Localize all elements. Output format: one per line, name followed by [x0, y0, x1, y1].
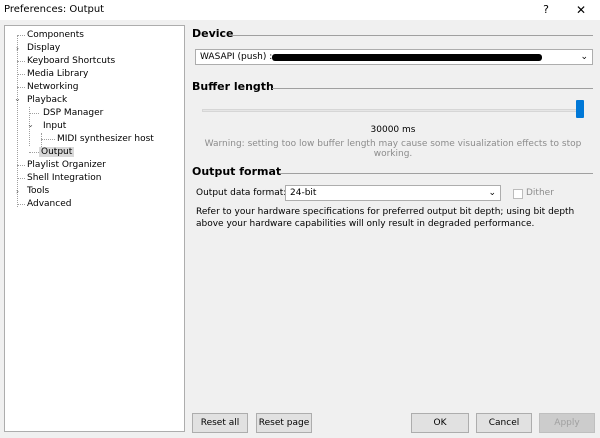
- tree-item-keyboard-shortcuts[interactable]: Keyboard Shortcuts: [25, 55, 117, 68]
- tree-line: [17, 35, 25, 36]
- help-button[interactable]: ?: [539, 2, 553, 18]
- buffer-warning: Warning: setting too low buffer length m…: [204, 139, 582, 159]
- chevron-right-icon[interactable]: ›: [13, 42, 22, 55]
- buffer-slider-track[interactable]: [202, 109, 584, 112]
- tree-item-display[interactable]: Display: [25, 42, 62, 55]
- tree-line: [17, 178, 25, 179]
- divider: [232, 35, 593, 36]
- apply-button[interactable]: Apply: [539, 413, 595, 433]
- dither-checkbox[interactable]: [513, 189, 523, 199]
- tree-line: [29, 113, 39, 114]
- buffer-value: 30000 ms: [370, 125, 416, 135]
- tree-item-output[interactable]: Output: [39, 146, 75, 159]
- preferences-tree[interactable]: Components › Display Keyboard Shortcuts …: [4, 25, 185, 432]
- tree-item-components[interactable]: Components: [25, 29, 86, 42]
- close-button[interactable]: ✕: [572, 2, 590, 18]
- device-select[interactable]: WASAPI (push) : ⌄: [195, 49, 593, 65]
- chevron-down-icon: ⌄: [580, 52, 588, 62]
- tree-item-playlist-organizer[interactable]: Playlist Organizer: [25, 159, 108, 172]
- tree-line: [17, 87, 25, 88]
- divider: [280, 173, 593, 174]
- chevron-down-icon[interactable]: ⌄: [26, 118, 35, 131]
- device-value: WASAPI (push) :: [200, 52, 273, 62]
- tree-item-dsp-manager[interactable]: DSP Manager: [41, 107, 105, 120]
- dither-label: Dither: [526, 188, 554, 198]
- tree-item-shell-integration[interactable]: Shell Integration: [25, 172, 103, 185]
- reset-all-button[interactable]: Reset all: [192, 413, 248, 433]
- tree-item-midi-synthesizer-host[interactable]: MIDI synthesizer host: [55, 133, 156, 146]
- tree-item-media-library[interactable]: Media Library: [25, 68, 90, 81]
- redacted-device-name: [272, 54, 542, 61]
- reset-page-button[interactable]: Reset page: [256, 413, 312, 433]
- tree-line: [17, 74, 25, 75]
- device-heading: Device: [192, 27, 234, 40]
- tree-line: [29, 152, 39, 153]
- buffer-length-heading: Buffer length: [192, 80, 274, 93]
- tree-item-advanced[interactable]: Advanced: [25, 198, 73, 211]
- tree-item-playback[interactable]: Playback: [25, 94, 69, 107]
- cancel-button[interactable]: Cancel: [476, 413, 532, 433]
- tree-item-tools[interactable]: Tools: [25, 185, 51, 198]
- divider: [272, 88, 593, 89]
- chevron-right-icon[interactable]: ›: [13, 185, 22, 198]
- output-data-format-value: 24-bit: [290, 188, 317, 198]
- tree-line: [41, 139, 55, 140]
- output-format-info: Refer to your hardware specifications fo…: [196, 207, 575, 229]
- tree-item-networking[interactable]: Networking: [25, 81, 81, 94]
- tree-line: [17, 61, 25, 62]
- tree-line: [17, 165, 25, 166]
- tree-item-input[interactable]: Input: [41, 120, 68, 133]
- output-data-format-label: Output data format:: [196, 188, 287, 198]
- buffer-slider-thumb[interactable]: [576, 100, 584, 118]
- window-title: Preferences: Output: [4, 4, 105, 15]
- output-data-format-select[interactable]: 24-bit ⌄: [285, 185, 501, 201]
- tree-line: [17, 204, 25, 205]
- chevron-down-icon: ⌄: [488, 188, 496, 198]
- title-bar: Preferences: Output ? ✕: [0, 0, 600, 20]
- ok-button[interactable]: OK: [411, 413, 469, 433]
- output-format-heading: Output format: [192, 165, 282, 178]
- chevron-down-icon[interactable]: ⌄: [13, 92, 22, 105]
